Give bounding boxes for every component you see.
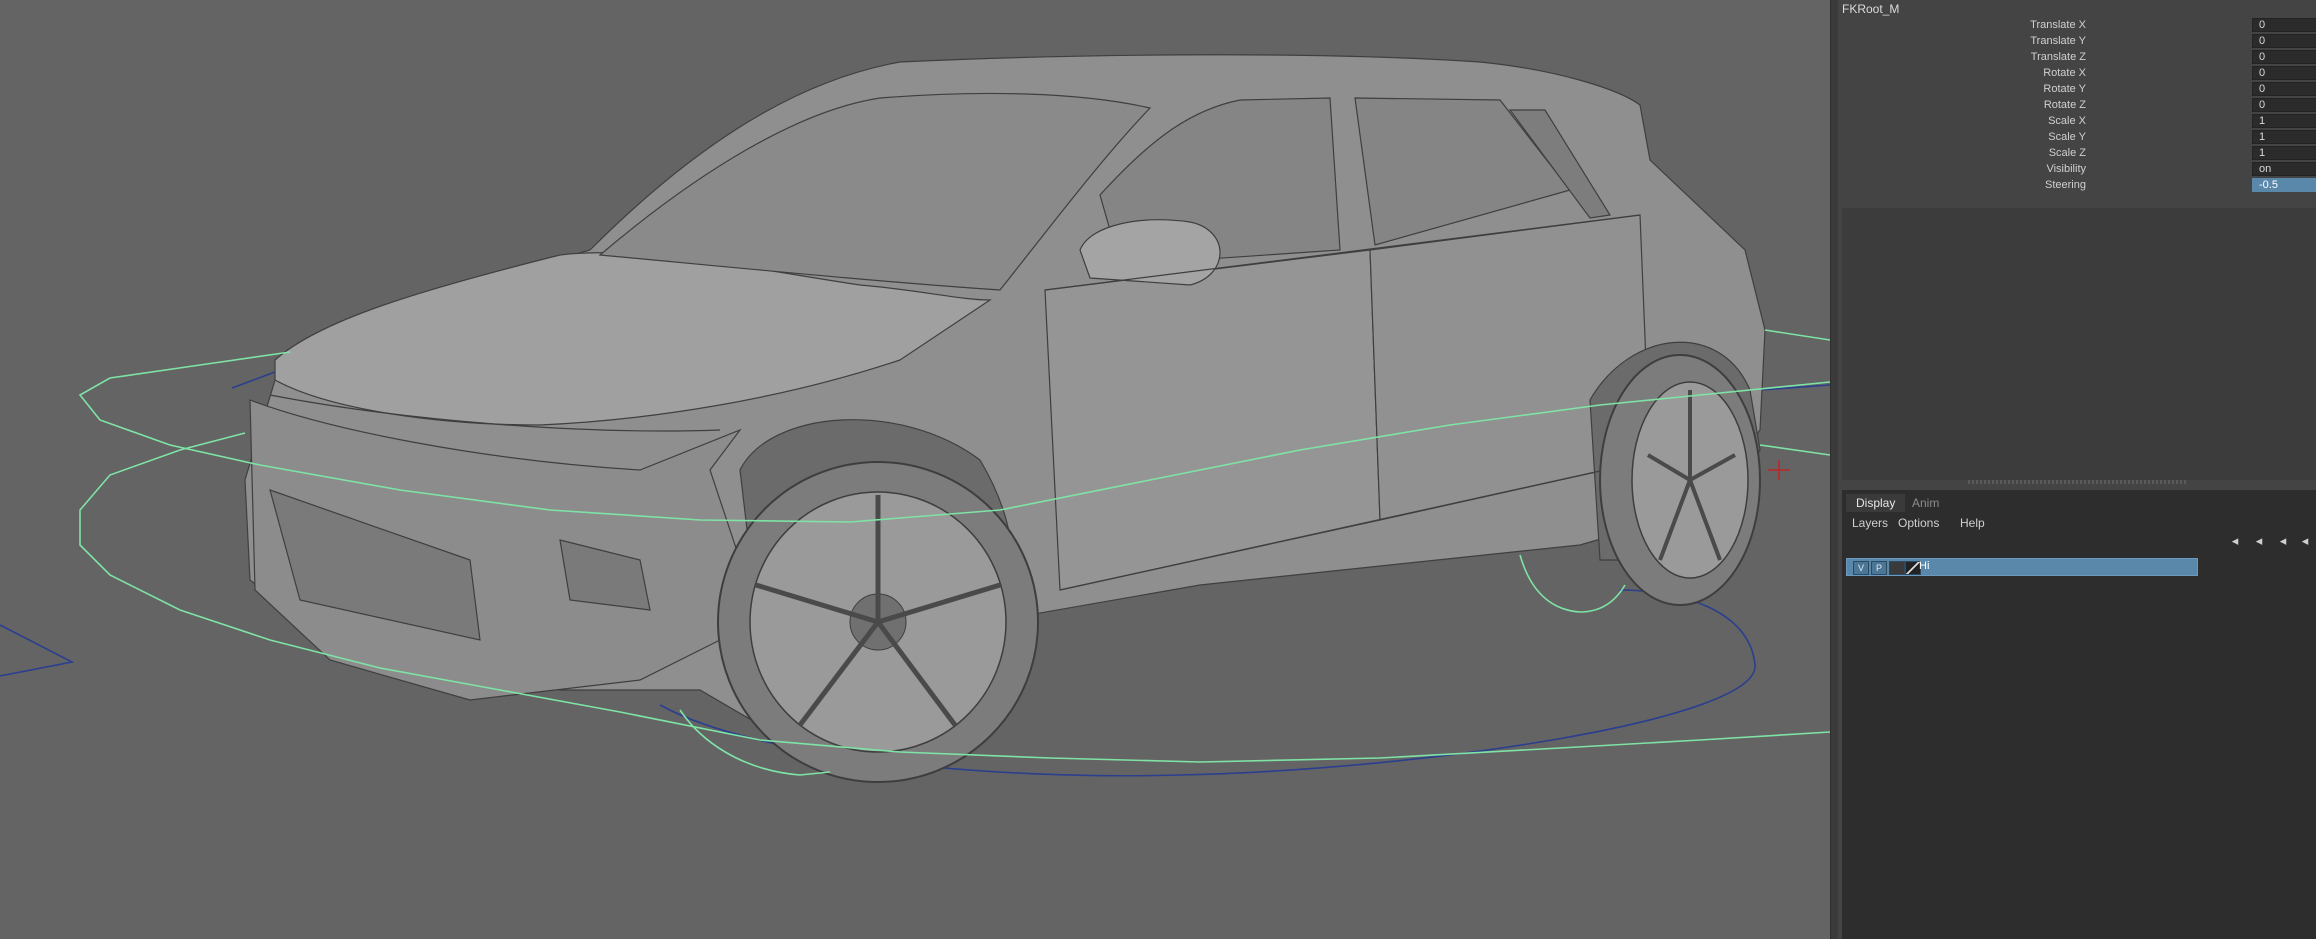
tab-anim[interactable]: Anim bbox=[1902, 494, 1949, 512]
attr-value-field[interactable]: 0 bbox=[2252, 82, 2316, 96]
pane-splitter-handle[interactable] bbox=[1968, 480, 2188, 484]
menu-layers[interactable]: Layers bbox=[1852, 514, 1888, 532]
attr-label: Scale Z bbox=[2048, 147, 2086, 159]
layer-display-type-toggle[interactable] bbox=[1889, 561, 1905, 575]
channel-box-empty-area bbox=[1842, 208, 2316, 480]
attr-row-translate-y[interactable]: Translate Y 0 bbox=[1838, 34, 2316, 50]
attr-row-rotate-x[interactable]: Rotate X 0 bbox=[1838, 66, 2316, 82]
attr-row-scale-z[interactable]: Scale Z 1 bbox=[1838, 146, 2316, 162]
selected-node-name: FKRoot_M bbox=[1842, 2, 1900, 16]
new-layer-icon[interactable]: ◂ bbox=[2274, 534, 2292, 550]
attr-value-field[interactable]: 1 bbox=[2252, 146, 2316, 160]
attr-value-field[interactable]: on bbox=[2252, 162, 2316, 176]
attr-label: Rotate Y bbox=[2043, 83, 2086, 95]
new-layer-from-selection-icon[interactable]: ◂ bbox=[2296, 534, 2314, 550]
attr-label: Rotate X bbox=[2043, 67, 2086, 79]
attr-label: Scale Y bbox=[2048, 131, 2086, 143]
attr-label: Steering bbox=[2045, 179, 2086, 191]
viewport-scene bbox=[0, 54, 1830, 783]
layer-row-hi[interactable]: V P Hi bbox=[1846, 558, 2198, 576]
attr-value-field[interactable]: 0 bbox=[2252, 34, 2316, 48]
channel-box-panel: FKRoot_M Translate X 0 Translate Y 0 Tra… bbox=[1838, 0, 2316, 939]
attr-row-translate-x[interactable]: Translate X 0 bbox=[1838, 18, 2316, 34]
move-layer-up-icon[interactable]: ◂ bbox=[2226, 534, 2244, 550]
attr-value-field[interactable]: 1 bbox=[2252, 130, 2316, 144]
attr-value-field[interactable]: 0 bbox=[2252, 66, 2316, 80]
rear-wheel[interactable] bbox=[1599, 354, 1761, 606]
attr-row-rotate-y[interactable]: Rotate Y 0 bbox=[1838, 82, 2316, 98]
attr-label: Visibility bbox=[2046, 163, 2086, 175]
3d-viewport[interactable] bbox=[0, 0, 1830, 939]
attr-label: Translate X bbox=[2030, 19, 2086, 31]
attr-label: Translate Z bbox=[2030, 51, 2086, 63]
menu-help[interactable]: Help bbox=[1960, 514, 1985, 532]
attr-row-scale-x[interactable]: Scale X 1 bbox=[1838, 114, 2316, 130]
attr-label: Rotate Z bbox=[2043, 99, 2086, 111]
attr-label: Scale X bbox=[2048, 115, 2086, 127]
attr-row-visibility[interactable]: Visibility on bbox=[1838, 162, 2316, 178]
attr-row-steering[interactable]: Steering -0.5 bbox=[1838, 178, 2316, 194]
attr-label: Translate Y bbox=[2030, 35, 2086, 47]
attr-row-translate-z[interactable]: Translate Z 0 bbox=[1838, 50, 2316, 66]
menu-options[interactable]: Options bbox=[1898, 514, 1939, 532]
layer-editor: Display Anim Layers Options Help ◂ ◂ ◂ ◂… bbox=[1842, 490, 2316, 939]
attr-value-field[interactable]: 1 bbox=[2252, 114, 2316, 128]
attr-value-field[interactable]: -0.5 bbox=[2252, 178, 2316, 192]
attr-value-field[interactable]: 0 bbox=[2252, 98, 2316, 112]
attr-row-rotate-z[interactable]: Rotate Z 0 bbox=[1838, 98, 2316, 114]
layer-playback-toggle[interactable]: P bbox=[1871, 561, 1887, 575]
attr-value-field[interactable]: 0 bbox=[2252, 18, 2316, 32]
layer-visibility-toggle[interactable]: V bbox=[1853, 561, 1869, 575]
attr-row-scale-y[interactable]: Scale Y 1 bbox=[1838, 130, 2316, 146]
layer-name: Hi bbox=[1919, 560, 1930, 572]
attr-value-field[interactable]: 0 bbox=[2252, 50, 2316, 64]
red-locator bbox=[1768, 460, 1790, 480]
move-layer-down-icon[interactable]: ◂ bbox=[2250, 534, 2268, 550]
tab-display[interactable]: Display bbox=[1846, 494, 1906, 512]
